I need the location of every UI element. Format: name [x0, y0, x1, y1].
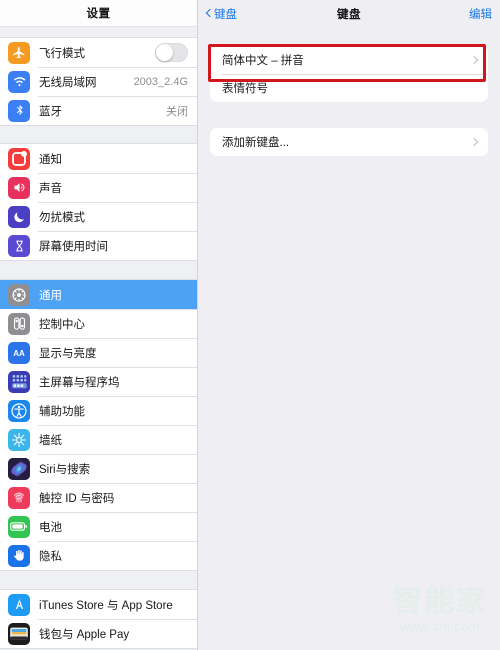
- sounds-icon: [8, 176, 30, 199]
- detail-nav-bar: 键盘 键盘 编辑: [198, 0, 500, 27]
- sidebar-group-alerts: 通知 声音 勿扰模式 屏幕使用时间: [0, 143, 197, 261]
- settings-sidebar: 设置 飞行模式 无线局域网 2003_2.4G 蓝牙 关闭 通知 声音 勿扰模式…: [0, 0, 198, 650]
- sidebar-title: 设置: [86, 8, 111, 20]
- sidebar-item-wifi[interactable]: 无线局域网 2003_2.4G: [0, 67, 197, 96]
- page-title: 键盘: [337, 8, 361, 21]
- sidebar-group-divider: [0, 261, 197, 279]
- sidebar-item-battery[interactable]: 电池: [0, 512, 197, 541]
- sidebar-item-notifications[interactable]: 通知: [0, 144, 197, 173]
- wifi-icon: [8, 70, 30, 93]
- battery-icon: [8, 515, 30, 538]
- keyboard-row-emoji[interactable]: 表情符号: [210, 74, 488, 102]
- accessibility-icon: [8, 399, 30, 422]
- sidebar-group-divider: [0, 126, 197, 143]
- settings-split-view: 设置 飞行模式 无线局域网 2003_2.4G 蓝牙 关闭 通知 声音 勿扰模式…: [0, 0, 500, 650]
- sidebar-item-label: 主屏幕与程序坞: [39, 376, 120, 389]
- sidebar-item-label: iTunes Store 与 App Store: [39, 599, 173, 612]
- back-button-label: 键盘: [214, 8, 237, 21]
- sidebar-item-label: 钱包与 Apple Pay: [39, 628, 130, 641]
- sidebar-item-label: Siri与搜索: [39, 463, 91, 476]
- privacy-hand-icon: [8, 544, 30, 567]
- sidebar-item-itunes-app-store[interactable]: iTunes Store 与 App Store: [0, 590, 197, 619]
- airplane-icon: [8, 41, 30, 64]
- app-store-icon: [8, 593, 30, 616]
- add-keyboard-card: 添加新键盘...: [210, 128, 488, 156]
- sidebar-item-label: 隐私: [39, 550, 62, 563]
- do-not-disturb-icon: [8, 205, 30, 228]
- sidebar-item-label: 显示与亮度: [39, 347, 97, 360]
- sidebar-header: 设置: [0, 0, 197, 27]
- sidebar-item-label: 触控 ID 与密码: [39, 492, 115, 505]
- watermark: 智能家 www.znj.com: [392, 584, 488, 635]
- screen-time-icon: [8, 234, 30, 257]
- keyboard-row-chinese-pinyin[interactable]: 简体中文 – 拼音: [210, 46, 488, 74]
- sidebar-item-sounds[interactable]: 声音: [0, 173, 197, 202]
- installed-keyboards-card: 简体中文 – 拼音 表情符号: [210, 46, 488, 102]
- display-brightness-icon: AA: [8, 341, 30, 364]
- keyboard-settings-panel: 键盘 键盘 编辑 简体中文 – 拼音 表情符号 添加新键盘... 智能家 www…: [198, 0, 500, 650]
- sidebar-item-home-screen-dock[interactable]: 主屏幕与程序坞: [0, 367, 197, 396]
- add-new-keyboard-row[interactable]: 添加新键盘...: [210, 128, 488, 156]
- sidebar-item-do-not-disturb[interactable]: 勿扰模式: [0, 202, 197, 231]
- sidebar-item-label: 辅助功能: [39, 405, 85, 418]
- general-gear-icon: [8, 283, 30, 306]
- sidebar-item-label: 通知: [39, 153, 62, 166]
- sidebar-item-airplane-mode[interactable]: 飞行模式: [0, 38, 197, 67]
- wallpaper-icon: [8, 428, 30, 451]
- sidebar-item-wallpaper[interactable]: 墙纸: [0, 425, 197, 454]
- sidebar-item-screen-time[interactable]: 屏幕使用时间: [0, 231, 197, 260]
- back-button[interactable]: 键盘: [206, 6, 237, 22]
- detail-top-spacer: [198, 27, 500, 46]
- sidebar-item-label: 无线局域网: [39, 76, 97, 89]
- sidebar-item-label: 蓝牙: [39, 105, 62, 118]
- sidebar-item-wallet-apple-pay[interactable]: 钱包与 Apple Pay: [0, 619, 197, 648]
- chevron-right-icon: [471, 137, 478, 148]
- sidebar-item-general[interactable]: 通用: [0, 280, 197, 309]
- sidebar-item-bluetooth[interactable]: 蓝牙 关闭: [0, 96, 197, 125]
- notifications-icon: [8, 147, 30, 170]
- sidebar-scroll-area[interactable]: 飞行模式 无线局域网 2003_2.4G 蓝牙 关闭 通知 声音 勿扰模式 屏幕…: [0, 27, 197, 649]
- sidebar-item-label: 墙纸: [39, 434, 62, 447]
- siri-icon: [8, 457, 30, 480]
- sidebar-item-accessibility[interactable]: 辅助功能: [0, 396, 197, 425]
- sidebar-item-privacy[interactable]: 隐私: [0, 541, 197, 570]
- sidebar-item-label: 屏幕使用时间: [39, 240, 108, 253]
- wifi-network-value: 2003_2.4G: [133, 75, 188, 88]
- edit-button[interactable]: 编辑: [469, 6, 492, 22]
- chevron-left-icon: [206, 9, 212, 19]
- sidebar-item-siri-search[interactable]: Siri与搜索: [0, 454, 197, 483]
- sidebar-item-label: 电池: [39, 521, 62, 534]
- sidebar-item-label: 声音: [39, 182, 62, 195]
- toggle-knob: [156, 44, 173, 61]
- svg-text:AA: AA: [13, 349, 25, 358]
- card-row-label: 添加新键盘...: [222, 137, 290, 149]
- bluetooth-status-value: 关闭: [166, 105, 188, 118]
- sidebar-item-label: 勿扰模式: [39, 211, 85, 224]
- sidebar-item-label: 控制中心: [39, 318, 85, 331]
- home-screen-dock-icon: [8, 370, 30, 393]
- sidebar-item-label: 通用: [39, 289, 62, 302]
- airplane-mode-toggle[interactable]: [155, 43, 188, 62]
- watermark-url: www.znj.com: [400, 620, 480, 634]
- sidebar-item-touch-id-passcode[interactable]: 触控 ID 与密码: [0, 483, 197, 512]
- bluetooth-icon: [8, 99, 30, 122]
- sidebar-item-label: 飞行模式: [39, 47, 85, 60]
- touch-id-icon: [8, 486, 30, 509]
- watermark-brand: 智能家: [392, 584, 488, 619]
- sidebar-group-divider: [0, 571, 197, 589]
- control-center-icon: [8, 312, 30, 335]
- chevron-right-icon: [471, 55, 478, 66]
- card-row-label: 表情符号: [222, 83, 268, 95]
- sidebar-item-control-center[interactable]: 控制中心: [0, 309, 197, 338]
- sidebar-group-connectivity: 飞行模式 无线局域网 2003_2.4G 蓝牙 关闭: [0, 37, 197, 126]
- detail-card-spacer: [198, 102, 500, 128]
- wallet-icon: [8, 622, 30, 645]
- sidebar-group-stores: iTunes Store 与 App Store 钱包与 Apple Pay: [0, 589, 197, 649]
- sidebar-group-system: 通用 控制中心 AA 显示与亮度 主屏幕与程序坞 辅助功能 墙纸 Siri与搜索…: [0, 279, 197, 571]
- card-row-label: 简体中文 – 拼音: [222, 55, 304, 67]
- sidebar-item-display-brightness[interactable]: AA 显示与亮度: [0, 338, 197, 367]
